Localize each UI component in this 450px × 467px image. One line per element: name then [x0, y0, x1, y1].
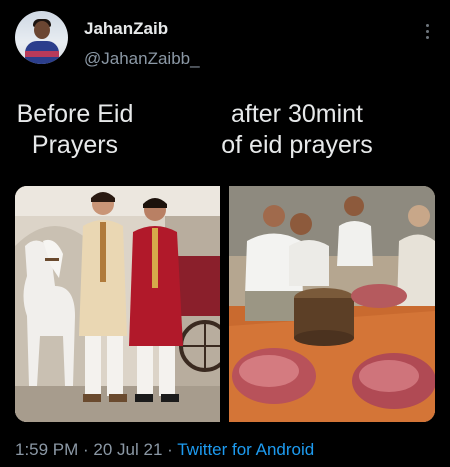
more-vertical-icon[interactable]: [426, 24, 430, 41]
avatar-head: [34, 21, 50, 39]
photo-after-eid-illustration: [229, 186, 435, 422]
photo-before-eid-illustration: [15, 186, 220, 422]
user-handle[interactable]: @JahanZaibb_: [84, 49, 200, 69]
caption-left-line-1: Before Eid: [16, 100, 134, 128]
source-app-link[interactable]: Twitter for Android: [177, 440, 314, 459]
display-name[interactable]: JahanZaib: [84, 19, 168, 39]
caption-left-line-2: Prayers: [31, 131, 119, 159]
tweet-timestamp: 1:59 PM · 20 Jul 21 · Twitter for Androi…: [15, 440, 314, 460]
avatar[interactable]: [15, 11, 68, 64]
timestamp-text: 1:59 PM · 20 Jul 21 ·: [15, 440, 178, 459]
caption-right-line-2: of eid prayers: [221, 131, 373, 159]
caption-right-line-1: after 30mint: [230, 100, 363, 128]
photo-after-eid-prayers[interactable]: [229, 186, 435, 422]
photo-before-eid[interactable]: [15, 186, 220, 422]
caption-left: Before Eid Prayers: [10, 99, 140, 161]
caption-right: after 30mint of eid prayers: [202, 99, 392, 161]
avatar-shirt-stripe: [25, 51, 59, 57]
